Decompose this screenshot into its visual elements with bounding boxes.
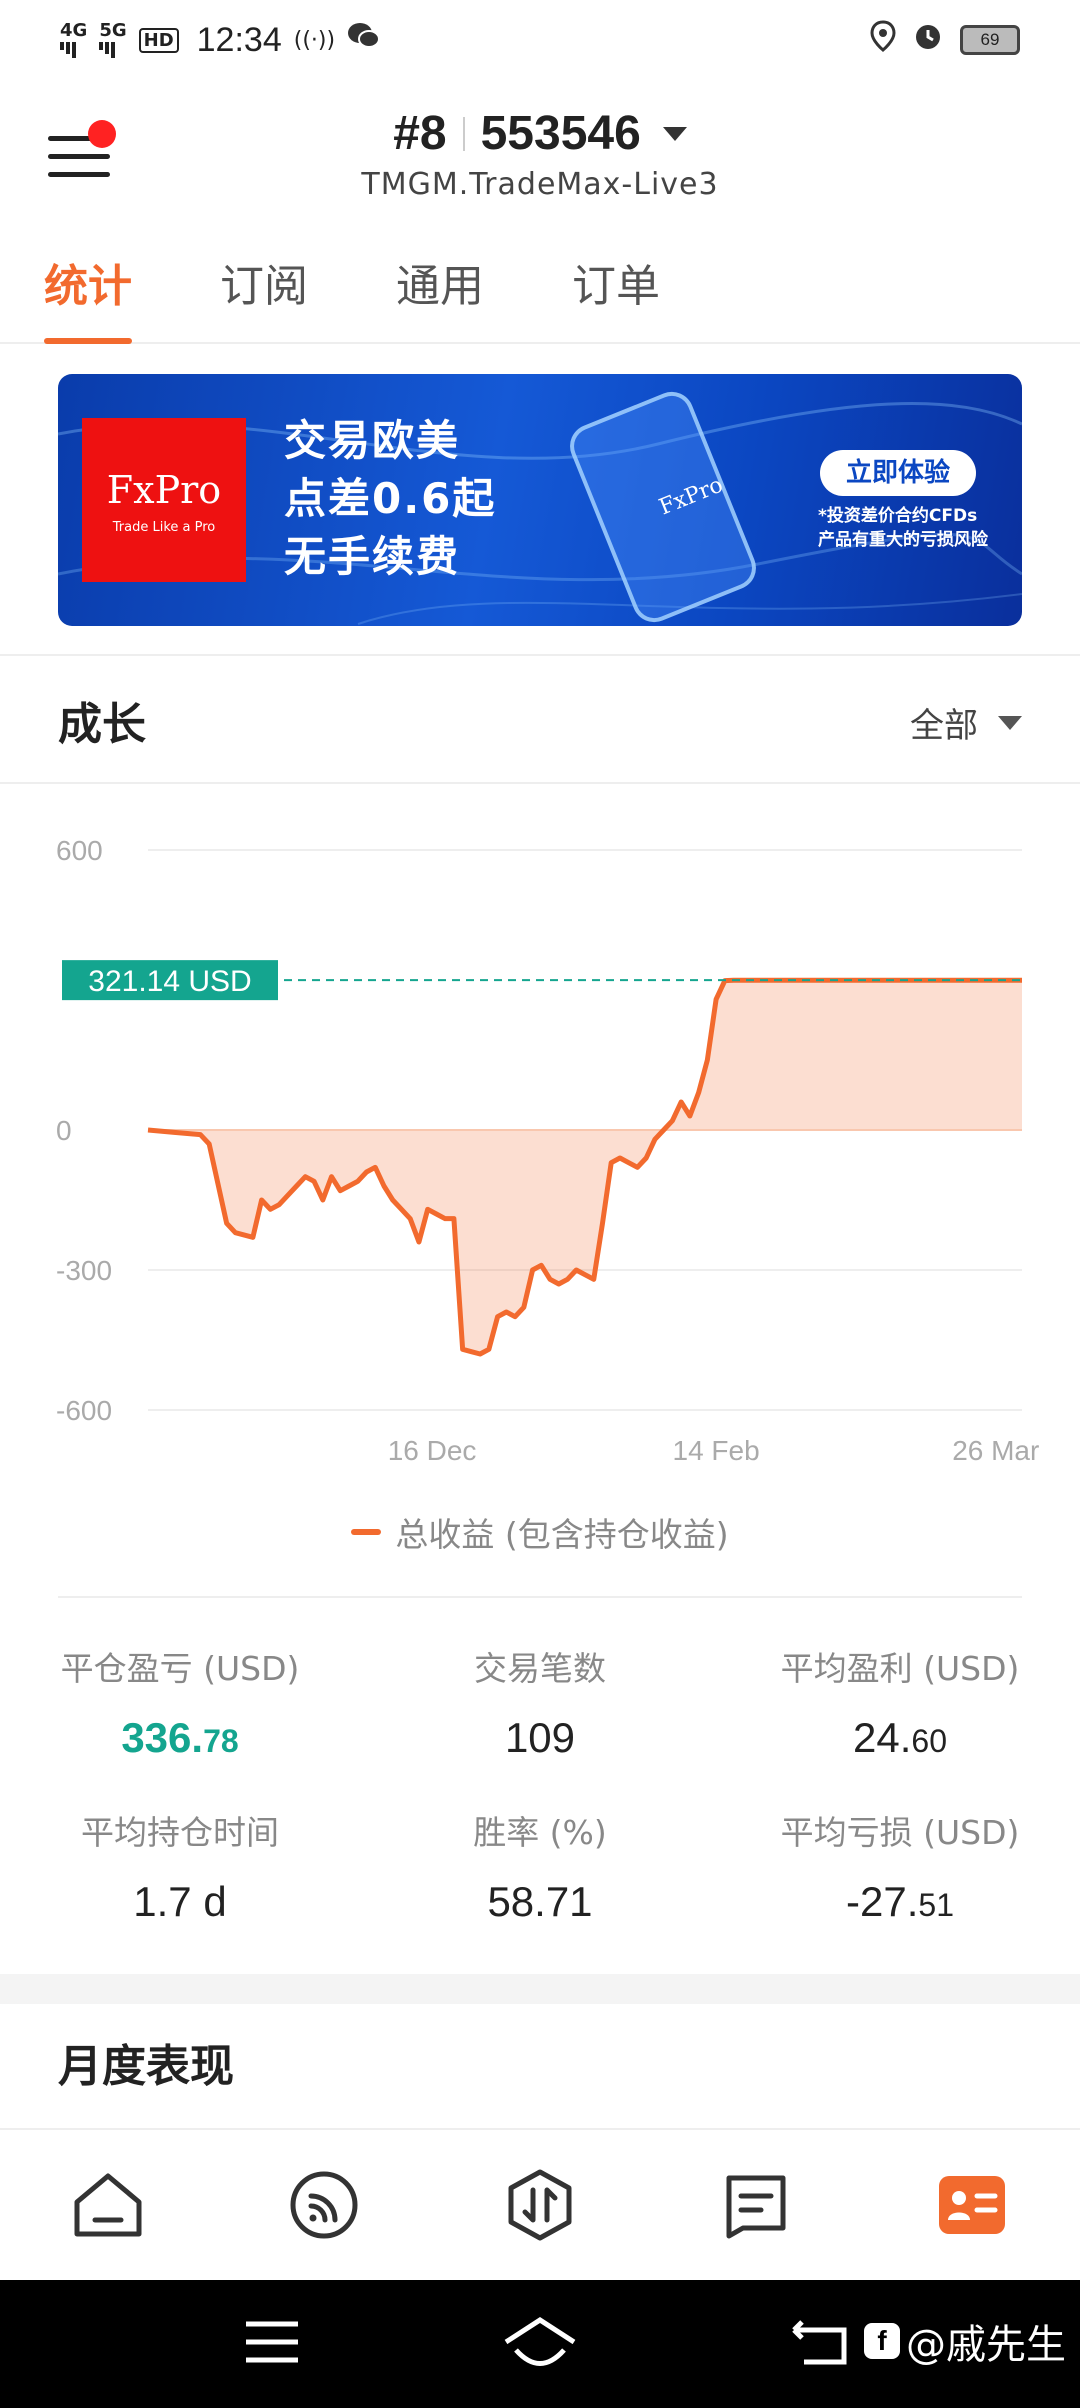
clock-time: 12:34 xyxy=(196,20,282,59)
growth-section-header: 成长 全部 xyxy=(0,658,1080,784)
series-area xyxy=(148,980,1022,1354)
back-icon[interactable] xyxy=(790,2318,850,2368)
chevron-down-icon xyxy=(662,126,687,141)
stat-avg-hold-time: 平均持仓时间 1.7 d xyxy=(81,1813,279,1925)
feed-icon xyxy=(290,2171,358,2239)
watermark: f @戚先生 xyxy=(864,2312,1066,2370)
x-tick-label: 26 Mar xyxy=(952,1435,1039,1466)
tab-subscribe[interactable]: 订阅 xyxy=(220,250,308,344)
stat-win-rate: 胜率 (%) 58.71 xyxy=(473,1813,607,1925)
network-4g-indicator: 4G xyxy=(60,22,87,58)
chevron-down-icon xyxy=(998,715,1022,730)
profile-card-icon xyxy=(939,2176,1005,2234)
promo-banner[interactable]: FxPro Trade Like a Pro 交易欧美 点差0.6起 无手续费 … xyxy=(58,374,1022,626)
social-badge-icon: f xyxy=(864,2323,900,2359)
current-value-label: 321.14 USD xyxy=(88,965,251,998)
recent-apps-icon[interactable] xyxy=(242,2318,302,2368)
system-navigation-bar: f @戚先生 xyxy=(0,2280,1080,2408)
range-filter-dropdown[interactable]: 全部 xyxy=(910,698,1022,747)
battery-icon: 69 xyxy=(960,25,1020,55)
account-server: TMGM.TradeMax-Live3 xyxy=(361,167,719,202)
location-icon xyxy=(870,19,896,61)
nav-feed[interactable] xyxy=(284,2165,364,2245)
nav-messages[interactable] xyxy=(716,2165,796,2245)
growth-chart: 600 0 -300 -600 16 Dec 14 Feb 26 Mar 321.14 USD xyxy=(56,835,1039,1466)
stat-closed-pnl: 平仓盈亏 (USD) 336.78 xyxy=(60,1649,300,1761)
risk-warning: *投资差价合约CFDs 产品有重大的亏损风险 xyxy=(818,506,988,550)
banner-cta-button[interactable]: 立即体验 xyxy=(820,450,976,496)
y-tick-label: -300 xyxy=(56,1255,112,1286)
tab-orders[interactable]: 订单 xyxy=(572,250,660,344)
divider xyxy=(0,654,1080,656)
network-5g-indicator: 5G xyxy=(99,22,127,58)
legend-label: 总收益 (包含持仓收益) xyxy=(395,1515,729,1554)
bottom-navigation xyxy=(0,2130,1080,2280)
home-icon xyxy=(74,2173,142,2237)
wechat-icon xyxy=(347,20,381,60)
section-separator xyxy=(0,1974,1080,2004)
account-selector[interactable]: #8 553546 TMGM.TradeMax-Live3 xyxy=(0,106,1080,202)
trade-icon xyxy=(508,2169,572,2241)
nav-trade[interactable] xyxy=(500,2165,580,2245)
nav-profile[interactable] xyxy=(932,2165,1012,2245)
banner-promo-text: 交易欧美 点差0.6起 无手续费 xyxy=(284,416,497,581)
app-header: #8 553546 TMGM.TradeMax-Live3 xyxy=(0,80,1080,220)
account-number: #8 xyxy=(393,107,447,160)
status-bar: 4G 5G HD 12:34 ((·)) 69 xyxy=(0,0,1080,80)
message-icon xyxy=(726,2175,786,2239)
hd-icon: HD xyxy=(138,27,179,53)
home-system-icon[interactable] xyxy=(502,2316,578,2370)
y-tick-label: 600 xyxy=(56,835,103,866)
tab-statistics[interactable]: 统计 xyxy=(44,250,132,344)
y-tick-label: 0 xyxy=(56,1115,72,1146)
hotspot-icon: ((·)) xyxy=(293,27,336,53)
alarm-icon xyxy=(912,20,944,61)
x-tick-label: 16 Dec xyxy=(388,1435,477,1466)
tab-general[interactable]: 通用 xyxy=(396,250,484,344)
stat-avg-profit: 平均盈利 (USD) 24.60 xyxy=(780,1649,1020,1761)
account-id: 553546 xyxy=(480,107,641,160)
divider xyxy=(58,1596,1022,1598)
monthly-performance-title: 月度表现 xyxy=(58,2041,234,2092)
y-tick-label: -600 xyxy=(56,1395,112,1426)
stat-avg-loss: 平均亏损 (USD) -27.51 xyxy=(780,1813,1020,1925)
section-title: 成长 xyxy=(58,699,146,750)
tab-bar: 统计 订阅 通用 订单 xyxy=(0,240,1080,344)
fxpro-logo: FxPro Trade Like a Pro xyxy=(82,418,246,582)
legend-swatch xyxy=(351,1529,382,1535)
nav-home[interactable] xyxy=(68,2165,148,2245)
chart-legend: 总收益 (包含持仓收益) xyxy=(0,1508,1080,1556)
stat-trade-count: 交易笔数 109 xyxy=(474,1649,606,1761)
x-tick-label: 14 Feb xyxy=(673,1435,760,1466)
